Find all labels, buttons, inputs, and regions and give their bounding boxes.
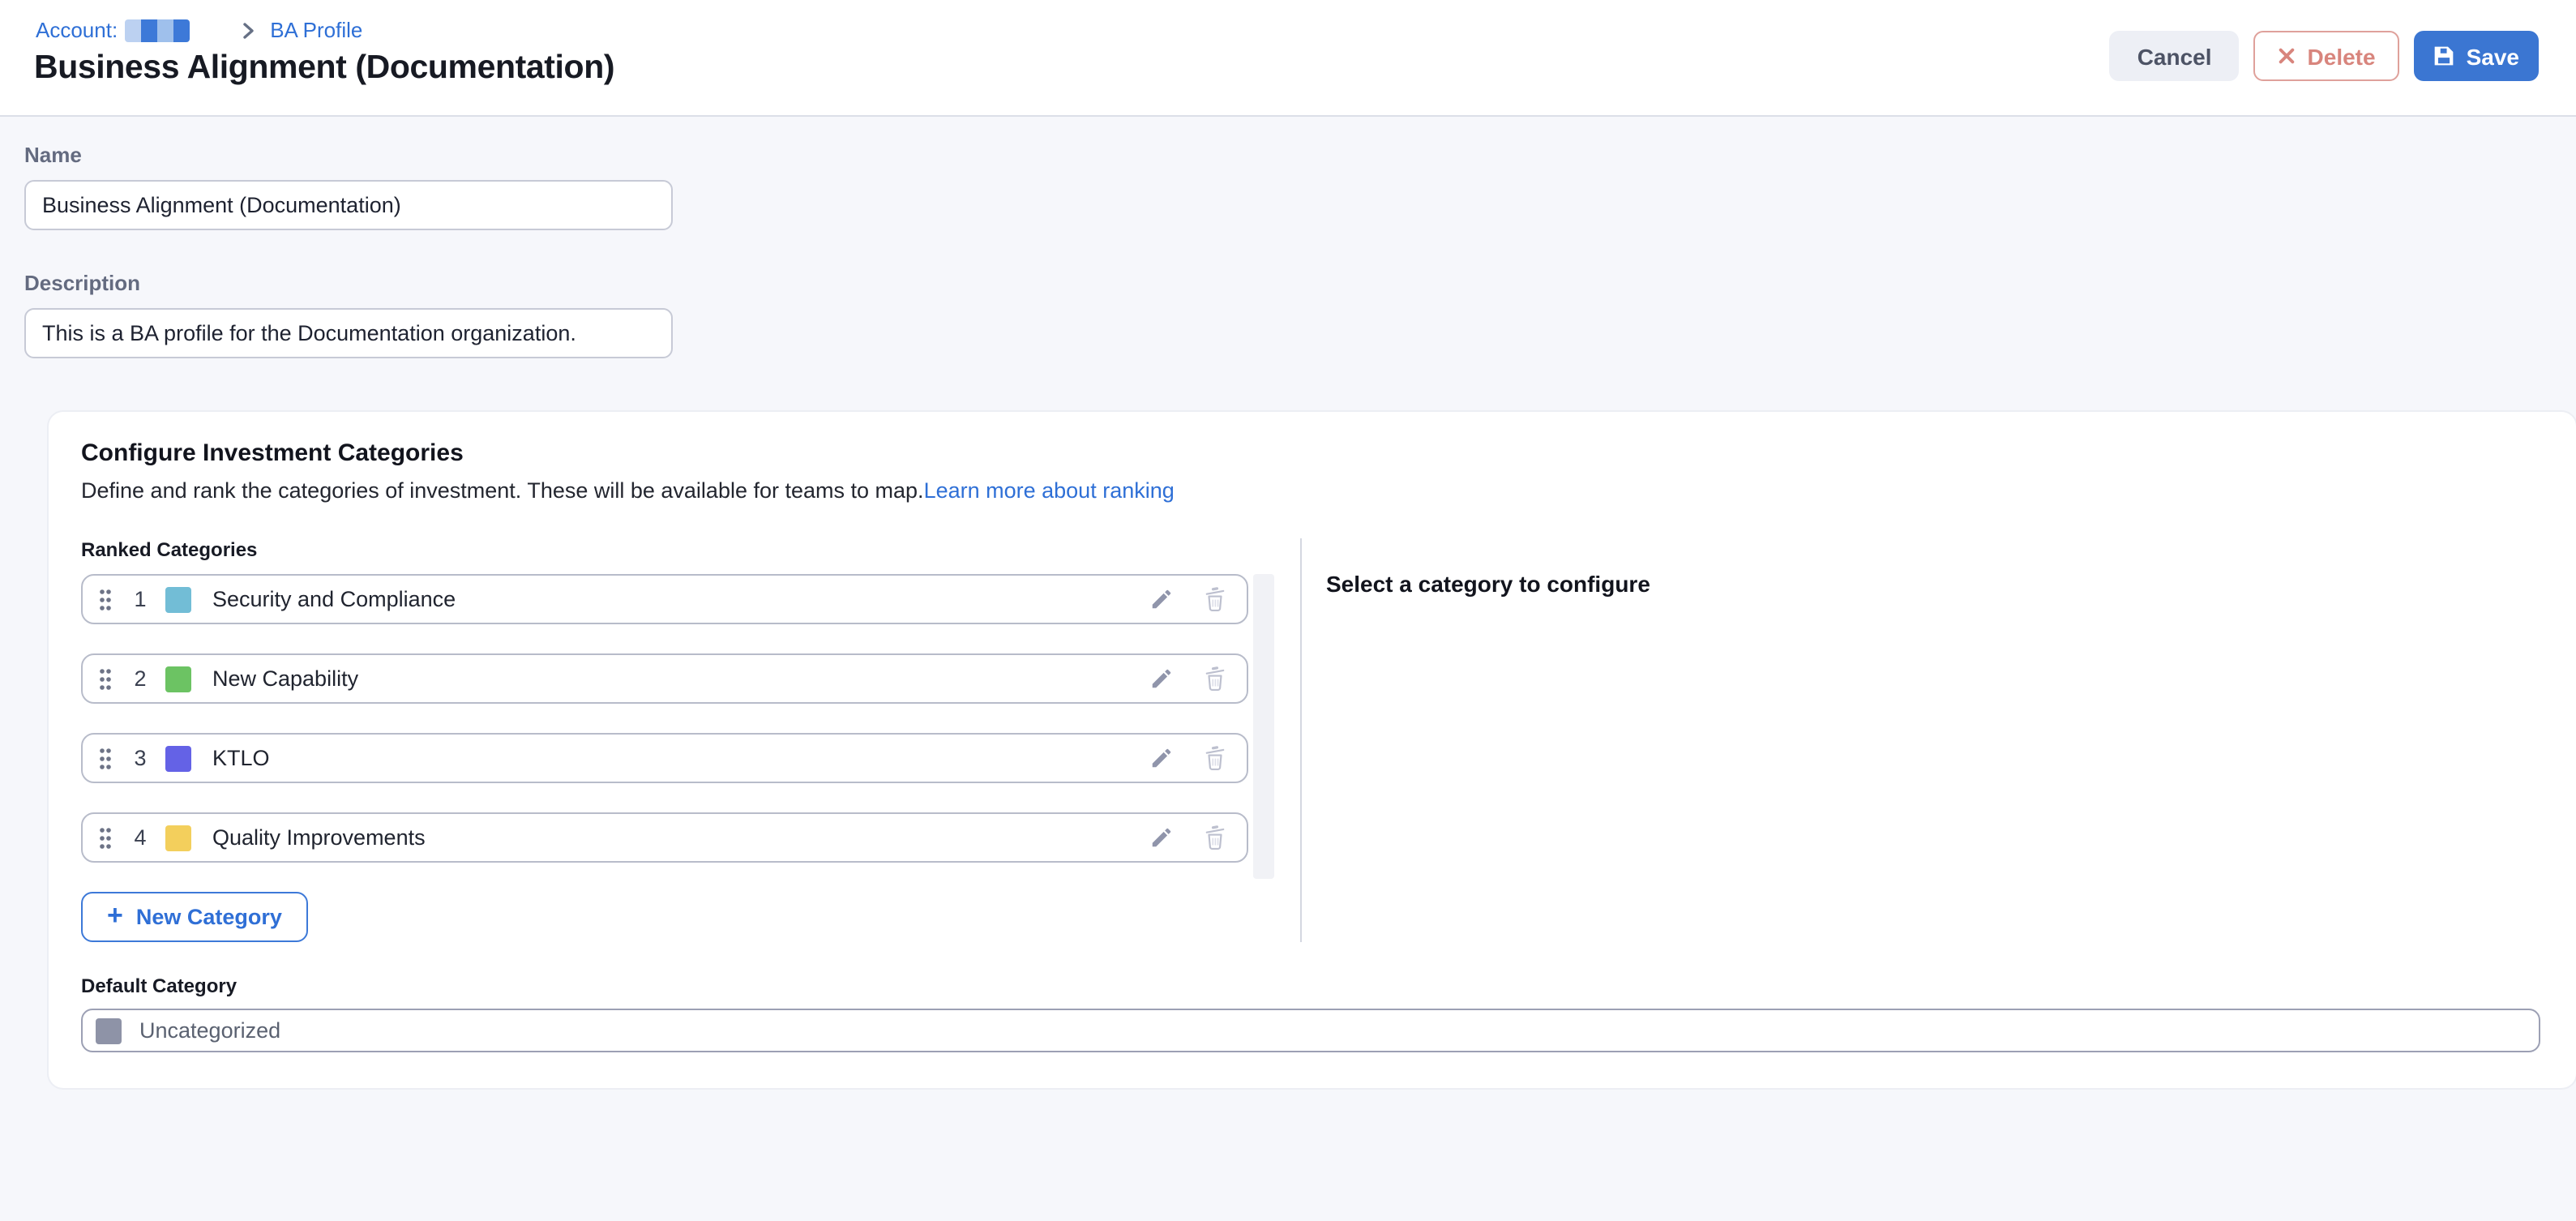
trash-icon[interactable] bbox=[1203, 665, 1227, 692]
name-label: Name bbox=[24, 117, 2576, 167]
category-rank: 3 bbox=[130, 746, 151, 770]
category-rank: 4 bbox=[130, 825, 151, 850]
category-color-swatch bbox=[165, 666, 191, 692]
category-name: KTLO bbox=[212, 746, 270, 770]
name-input[interactable] bbox=[24, 180, 673, 230]
default-category-name: Uncategorized bbox=[139, 1018, 280, 1043]
learn-more-link[interactable]: Learn more about ranking bbox=[924, 478, 1175, 503]
drag-handle-icon[interactable] bbox=[99, 588, 112, 610]
new-category-button-label: New Category bbox=[136, 905, 282, 929]
ba-profile-page: Account: BA Profile Business Alignment (… bbox=[0, 0, 2576, 1221]
default-category-swatch bbox=[96, 1017, 122, 1043]
category-rank: 2 bbox=[130, 666, 151, 691]
drag-handle-icon[interactable] bbox=[99, 667, 112, 690]
card-title: Configure Investment Categories bbox=[81, 439, 2544, 467]
new-category-button[interactable]: + New Category bbox=[81, 892, 308, 942]
ranked-categories-panel: Ranked Categories 1 Security and Complia… bbox=[81, 538, 1276, 942]
list-scrollbar[interactable] bbox=[1253, 574, 1274, 879]
plus-icon: + bbox=[107, 902, 123, 929]
drag-handle-icon[interactable] bbox=[99, 826, 112, 849]
save-floppy-icon bbox=[2431, 42, 2458, 70]
category-name: Quality Improvements bbox=[212, 825, 426, 850]
card-subtitle-text: Define and rank the categories of invest… bbox=[81, 478, 924, 503]
save-button[interactable]: Save bbox=[2415, 31, 2539, 81]
breadcrumb: Account: BA Profile bbox=[36, 18, 362, 42]
redacted-account-name bbox=[124, 19, 189, 41]
card-subtitle: Define and rank the categories of invest… bbox=[81, 478, 2544, 503]
category-row-2[interactable]: 2 New Capability bbox=[81, 653, 1248, 704]
page-header: Account: BA Profile Business Alignment (… bbox=[0, 0, 2576, 117]
row-actions bbox=[1149, 665, 1227, 692]
category-color-swatch bbox=[165, 586, 191, 612]
empty-state-text: Select a category to configure bbox=[1326, 571, 1650, 597]
save-button-label: Save bbox=[2467, 43, 2519, 69]
category-config-panel: Select a category to configure bbox=[1302, 538, 2544, 942]
row-actions bbox=[1149, 585, 1227, 613]
edit-pencil-icon[interactable] bbox=[1149, 587, 1174, 611]
header-actions: Cancel Delete Save bbox=[2110, 31, 2539, 81]
category-name: New Capability bbox=[212, 666, 358, 691]
edit-pencil-icon[interactable] bbox=[1149, 746, 1174, 770]
category-color-swatch bbox=[165, 825, 191, 850]
trash-icon[interactable] bbox=[1203, 744, 1227, 772]
category-row-3[interactable]: 3 KTLO bbox=[81, 733, 1248, 783]
row-actions bbox=[1149, 744, 1227, 772]
category-color-swatch bbox=[165, 745, 191, 771]
breadcrumb-ba-profile-link[interactable]: BA Profile bbox=[270, 18, 362, 42]
trash-icon[interactable] bbox=[1203, 585, 1227, 613]
default-category-label: Default Category bbox=[81, 975, 2544, 997]
description-input[interactable] bbox=[24, 308, 673, 358]
categories-columns: Ranked Categories 1 Security and Complia… bbox=[81, 538, 2544, 942]
investment-categories-card: Configure Investment Categories Define a… bbox=[49, 412, 2576, 1088]
category-name: Security and Compliance bbox=[212, 587, 456, 611]
ranked-categories-list: 1 Security and Compliance bbox=[81, 574, 1276, 863]
trash-icon[interactable] bbox=[1203, 824, 1227, 851]
edit-pencil-icon[interactable] bbox=[1149, 825, 1174, 850]
ranked-categories-label: Ranked Categories bbox=[81, 538, 1276, 561]
row-actions bbox=[1149, 824, 1227, 851]
category-row-1[interactable]: 1 Security and Compliance bbox=[81, 574, 1248, 624]
edit-pencil-icon[interactable] bbox=[1149, 666, 1174, 691]
main-content: Name Description Configure Investment Ca… bbox=[0, 117, 2576, 1088]
description-label: Description bbox=[24, 271, 2576, 295]
breadcrumb-account-link[interactable]: Account: bbox=[36, 18, 118, 42]
category-rank: 1 bbox=[130, 587, 151, 611]
drag-handle-icon[interactable] bbox=[99, 747, 112, 769]
chevron-right-icon bbox=[237, 21, 257, 41]
delete-button[interactable]: Delete bbox=[2254, 31, 2400, 81]
category-row-4[interactable]: 4 Quality Improvements bbox=[81, 812, 1248, 863]
default-category-row[interactable]: Uncategorized bbox=[81, 1009, 2540, 1052]
page-title: Business Alignment (Documentation) bbox=[34, 49, 614, 88]
delete-button-label: Delete bbox=[2308, 43, 2376, 69]
cancel-button[interactable]: Cancel bbox=[2110, 31, 2240, 81]
x-icon bbox=[2279, 47, 2296, 65]
